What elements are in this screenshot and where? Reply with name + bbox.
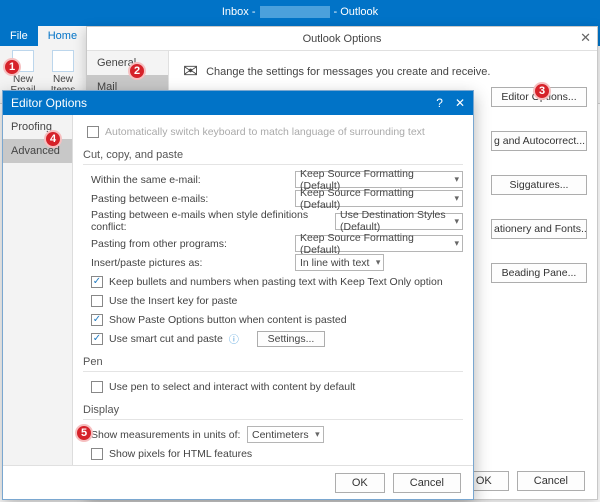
info-icon[interactable]: ⓘ bbox=[229, 331, 239, 346]
units-label: Show measurements in units of: bbox=[91, 429, 241, 441]
between-dropdown[interactable]: Keep Source Formatting (Default) bbox=[295, 190, 463, 207]
display-header: Display bbox=[83, 401, 463, 420]
auto-keyboard-label: Automatically switch keyboard to match l… bbox=[105, 126, 425, 138]
editor-main: Automatically switch keyboard to match l… bbox=[73, 115, 473, 465]
editor-options-dialog: Editor Options ? ✕ Proofing Advanced Aut… bbox=[2, 90, 474, 500]
options-footer: OK Cancel bbox=[459, 471, 585, 491]
stationery-fonts-button[interactable]: ationery and Fonts... bbox=[491, 219, 587, 239]
help-icon[interactable]: ? bbox=[436, 96, 443, 110]
pixels-label: Show pixels for HTML features bbox=[109, 448, 252, 460]
editor-options-title: Editor Options bbox=[11, 96, 87, 110]
spelling-autocorrect-button[interactable]: g and Autocorrect... bbox=[491, 131, 587, 151]
insert-key-label: Use the Insert key for paste bbox=[109, 295, 237, 307]
within-label: Within the same e-mail: bbox=[91, 174, 289, 186]
keep-bullets-label: Keep bullets and numbers when pasting te… bbox=[109, 276, 443, 288]
tab-home[interactable]: Home bbox=[38, 26, 87, 46]
main-window-title: Inbox - - Outlook bbox=[0, 0, 600, 24]
between-label: Pasting between e-mails: bbox=[91, 193, 289, 205]
paste-options-checkbox[interactable] bbox=[91, 314, 103, 326]
editor-nav: Proofing Advanced bbox=[3, 115, 73, 465]
options-right-buttons: Editor Options... g and Autocorrect... S… bbox=[491, 87, 587, 283]
keep-bullets-checkbox[interactable] bbox=[91, 276, 103, 288]
options-desc: Change the settings for messages you cre… bbox=[206, 66, 490, 78]
insert-pic-dropdown[interactable]: In line with text bbox=[295, 254, 384, 271]
options-cancel-button[interactable]: Cancel bbox=[517, 471, 585, 491]
pixels-checkbox[interactable] bbox=[91, 448, 103, 460]
title-suffix: - Outlook bbox=[334, 6, 379, 18]
new-items-icon bbox=[52, 50, 74, 72]
editor-cancel-button[interactable]: Cancel bbox=[393, 473, 461, 493]
editor-ok-button[interactable]: OK bbox=[335, 473, 385, 493]
signatures-button[interactable]: Siggatures... bbox=[491, 175, 587, 195]
other-prog-label: Pasting from other programs: bbox=[91, 238, 289, 250]
smart-cut-label: Use smart cut and paste bbox=[109, 333, 223, 345]
title-prefix: Inbox - bbox=[222, 6, 256, 18]
pen-checkbox[interactable] bbox=[91, 381, 103, 393]
callout-1: 1 bbox=[3, 58, 21, 76]
settings-button[interactable]: Settings... bbox=[257, 331, 326, 347]
outlook-options-close-icon[interactable]: ✕ bbox=[580, 30, 591, 46]
mail-icon: ✉ bbox=[183, 61, 198, 82]
editor-nav-advanced[interactable]: Advanced bbox=[3, 139, 72, 163]
outlook-options-title: Outlook Options ✕ bbox=[87, 27, 597, 51]
units-dropdown[interactable]: Centimeters bbox=[247, 426, 324, 443]
conflict-label: Pasting between e-mails when style defin… bbox=[91, 209, 329, 233]
outlook-options-title-text: Outlook Options bbox=[303, 33, 382, 45]
editor-close-icon[interactable]: ✕ bbox=[455, 96, 465, 110]
callout-4: 4 bbox=[44, 130, 62, 148]
paste-options-label: Show Paste Options button when content i… bbox=[109, 314, 347, 326]
pen-header: Pen bbox=[83, 353, 463, 372]
insert-pic-label: Insert/paste pictures as: bbox=[91, 257, 289, 269]
callout-3: 3 bbox=[533, 82, 551, 100]
conflict-dropdown[interactable]: Use Destination Styles (Default) bbox=[335, 213, 463, 230]
callout-5: 5 bbox=[75, 424, 93, 442]
reading-pane-button[interactable]: Beading Pane... bbox=[491, 263, 587, 283]
callout-2: 2 bbox=[128, 62, 146, 80]
title-redaction bbox=[260, 6, 330, 18]
pen-label: Use pen to select and interact with cont… bbox=[109, 381, 355, 393]
insert-key-checkbox[interactable] bbox=[91, 295, 103, 307]
tab-file[interactable]: File bbox=[0, 26, 38, 46]
other-prog-dropdown[interactable]: Keep Source Formatting (Default) bbox=[295, 235, 463, 252]
within-dropdown[interactable]: Keep Source Formatting (Default) bbox=[295, 171, 463, 188]
ccp-header: Cut, copy, and paste bbox=[83, 146, 463, 165]
smart-cut-checkbox[interactable] bbox=[91, 333, 103, 345]
editor-footer: OK Cancel bbox=[3, 465, 473, 499]
auto-keyboard-checkbox[interactable] bbox=[87, 126, 99, 138]
editor-options-titlebar: Editor Options ? ✕ bbox=[3, 91, 473, 115]
editor-nav-proofing[interactable]: Proofing bbox=[3, 115, 72, 139]
